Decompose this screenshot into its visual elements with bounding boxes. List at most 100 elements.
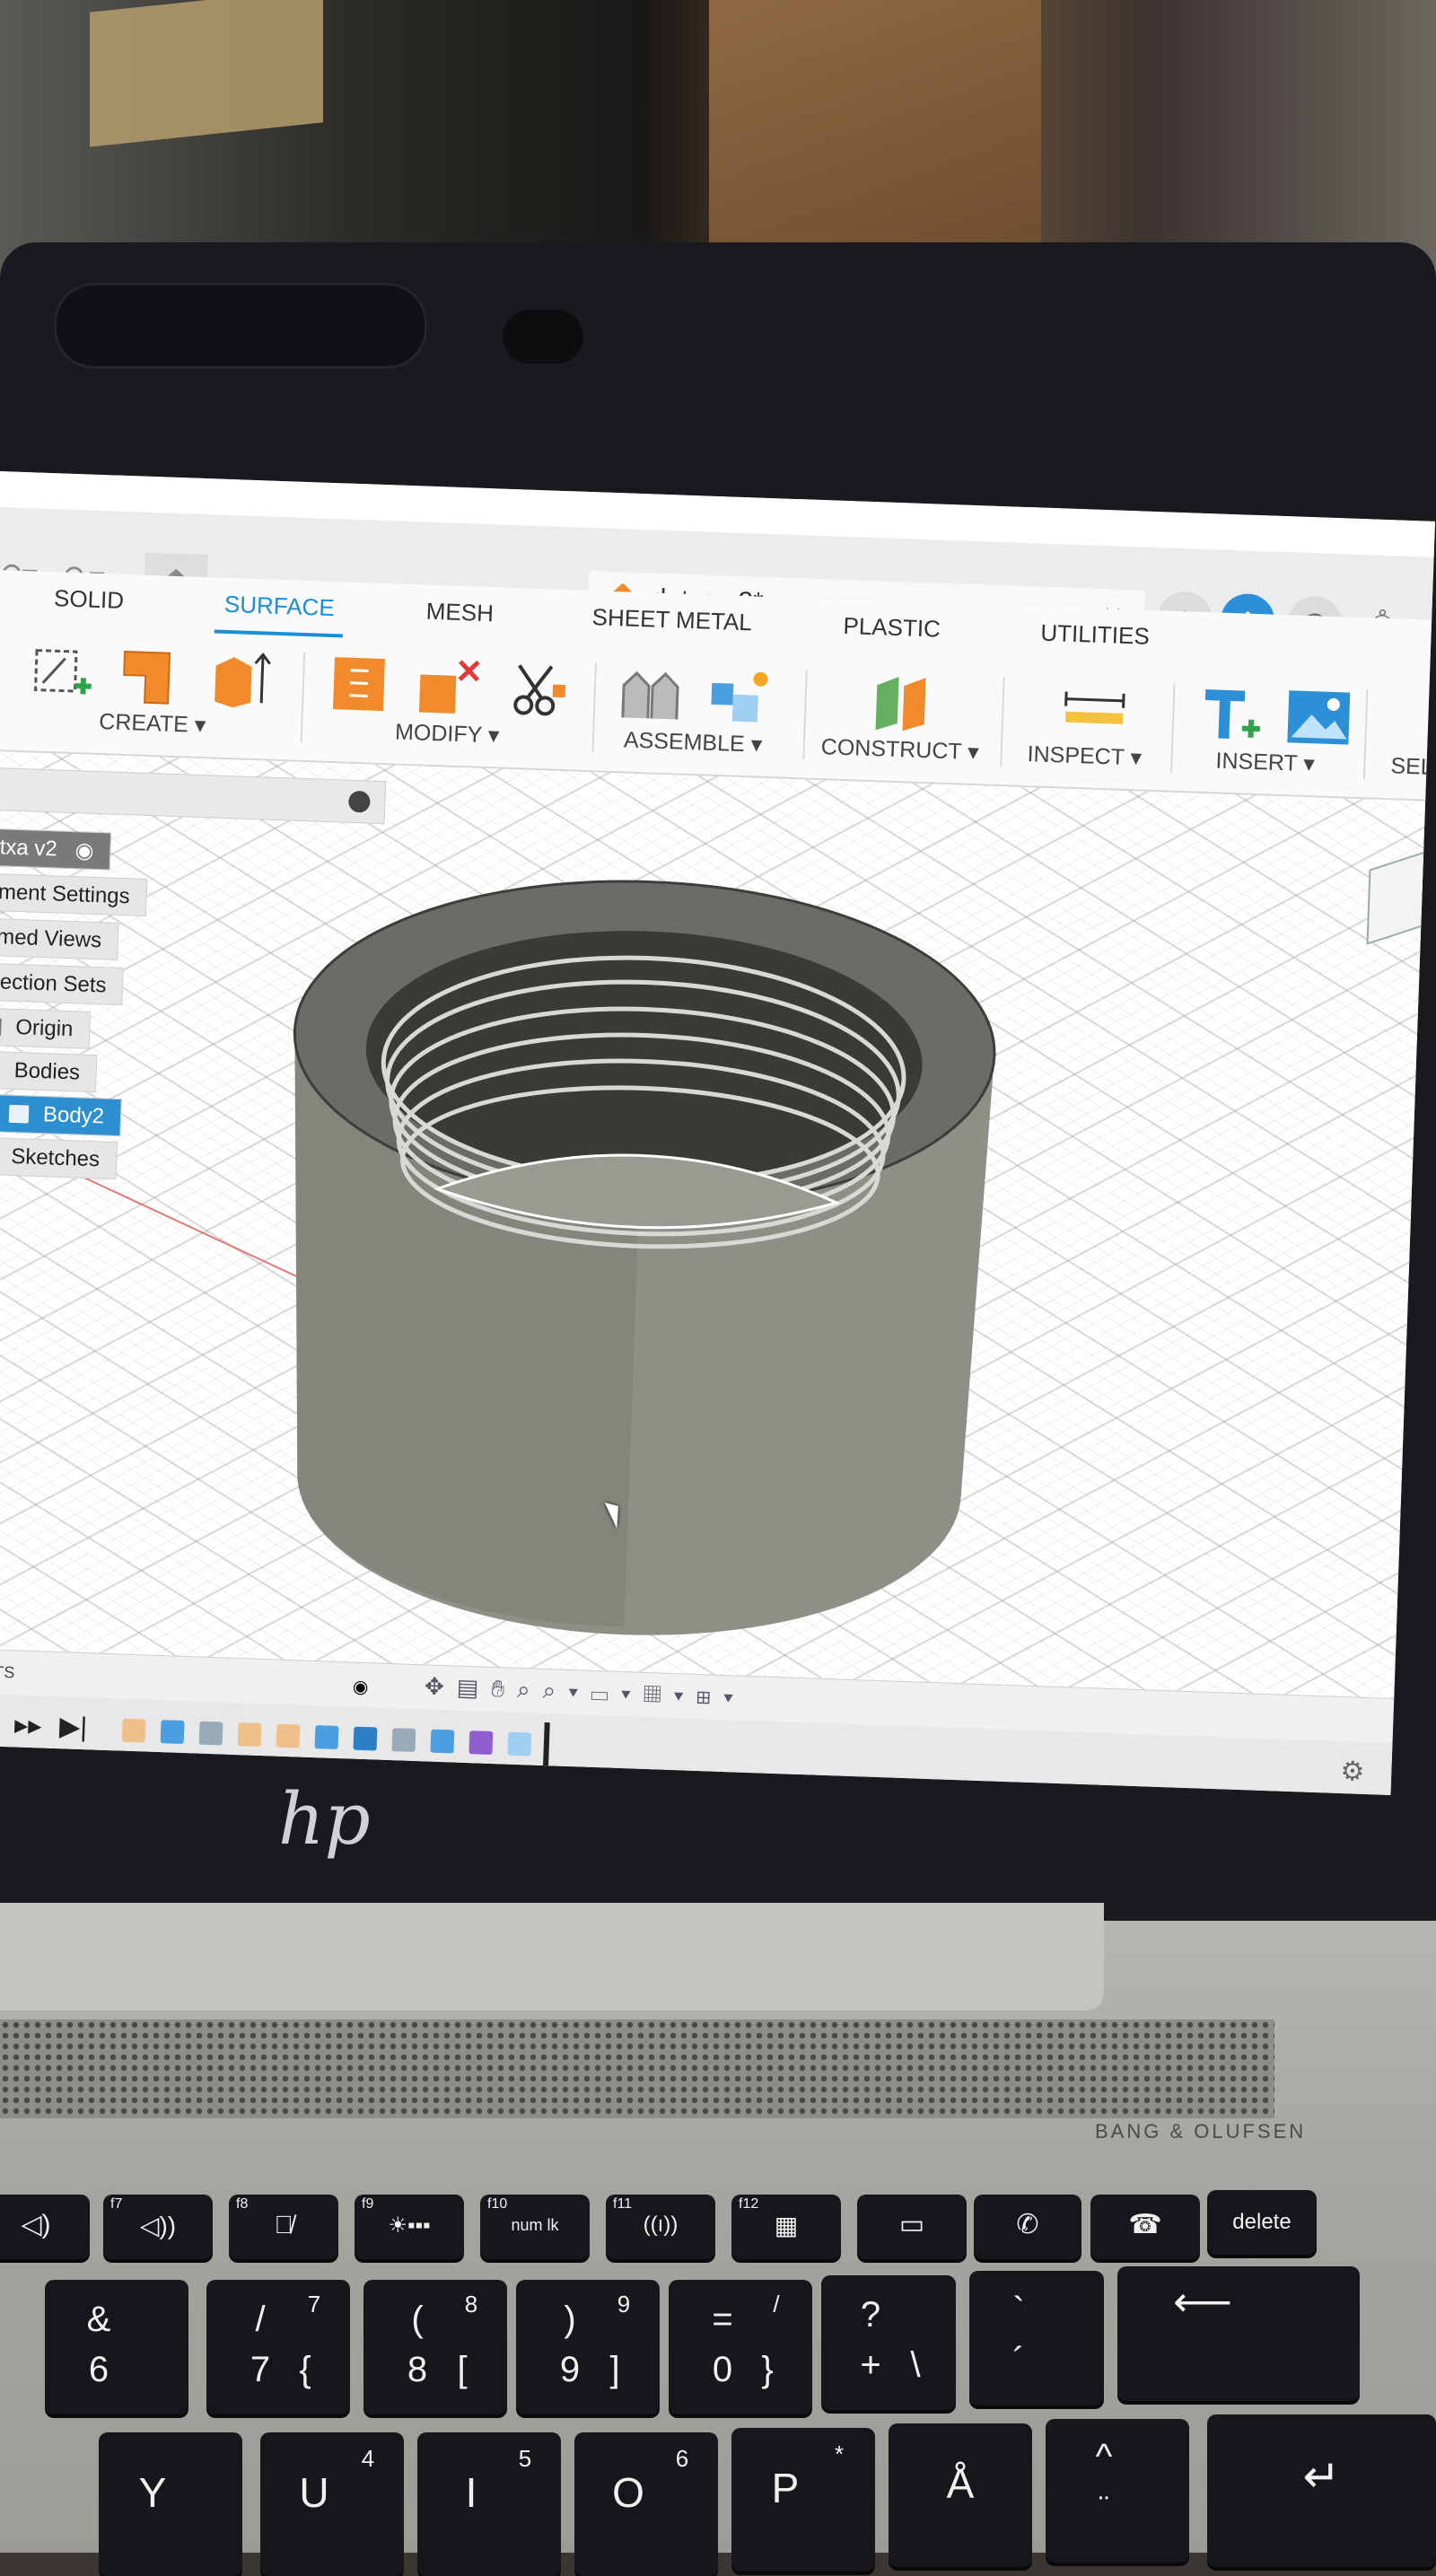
fn-key[interactable]: f12▦ — [731, 2195, 841, 2259]
insert-menu[interactable]: INSERT ▾ — [1215, 747, 1315, 777]
delete-key[interactable]: delete — [1207, 2190, 1317, 2255]
enter-key[interactable]: ↵ — [1207, 2414, 1436, 2567]
browser-root-label: utxa v2 — [0, 835, 57, 863]
timeline-feature-icon[interactable] — [199, 1722, 223, 1746]
grid-settings-icon[interactable]: ▦▾ — [643, 1680, 696, 1709]
browser-item-label: Bodies — [13, 1058, 80, 1086]
zoom-icon[interactable]: ⌕ — [517, 1676, 544, 1704]
key-label: O — [538, 2468, 718, 2517]
key-label: ⟵ — [1046, 2277, 1360, 2326]
browser-item-origin[interactable]: Origin — [0, 1008, 91, 1049]
browser-item-label: Body2 — [43, 1102, 105, 1129]
go-to-end-icon[interactable]: ▶| — [59, 1711, 88, 1743]
speaker-brand: BANG & OLUFSEN — [1095, 2120, 1306, 2143]
browser-root[interactable]: utxa v2 ◉ — [0, 828, 111, 871]
timeline-feature-icon[interactable] — [315, 1725, 339, 1749]
tab-utilities[interactable]: UTILITIES — [1040, 619, 1150, 651]
timeline-sketch-icon[interactable] — [238, 1722, 262, 1747]
key-label: ◁)) — [103, 2211, 213, 2240]
fn-key[interactable]: f11((ı)) — [606, 2195, 715, 2259]
browser-collapse-icon[interactable] — [348, 791, 371, 813]
joint-icon[interactable] — [616, 663, 686, 725]
timeline-marker[interactable] — [543, 1722, 550, 1771]
timeline-feature-icon[interactable] — [430, 1730, 454, 1754]
browser-item-body2[interactable]: Body2 — [0, 1094, 122, 1136]
canvas-image-icon[interactable] — [1283, 687, 1353, 749]
tab-plastic[interactable]: PLASTIC — [843, 612, 941, 644]
new-component-icon[interactable] — [705, 667, 775, 729]
measure-icon[interactable] — [1059, 679, 1129, 740]
fn-key[interactable]: f9☀▪▪▪ — [355, 2195, 464, 2259]
active-radio-icon[interactable]: ◉ — [74, 837, 94, 864]
browser-item-label: election Sets — [0, 969, 107, 999]
construct-menu[interactable]: CONSTRUCT ▾ — [820, 733, 979, 766]
step-forward-icon[interactable]: ▸▸ — [14, 1709, 42, 1741]
ribbon-divider — [1170, 683, 1175, 773]
fn-key[interactable]: ✆ — [974, 2195, 1081, 2259]
folder-icon — [0, 1018, 2, 1037]
gear-icon[interactable]: ⚙ — [1340, 1756, 1365, 1788]
key-label: ´ — [933, 2341, 1104, 2381]
look-at-icon[interactable]: ▤ — [456, 1674, 492, 1702]
fit-icon[interactable]: ⌕▾ — [542, 1677, 591, 1705]
key-y[interactable]: Y — [99, 2432, 242, 2576]
create-sketch-icon[interactable] — [28, 643, 98, 705]
key-label: ↵ — [1207, 2450, 1436, 2502]
fn-key[interactable]: ◁) — [0, 2195, 90, 2259]
browser-item-sketches[interactable]: Sketches — [0, 1137, 118, 1179]
timeline-feature-icon[interactable] — [507, 1732, 531, 1757]
tab-sheet-metal[interactable]: SHEET METAL — [591, 603, 752, 636]
webcam-shutter — [54, 283, 427, 369]
browser-item-selection-sets[interactable]: election Sets — [0, 963, 124, 1005]
fn-key[interactable]: f10num lk — [480, 2195, 590, 2259]
timeline-sketch-icon[interactable] — [276, 1724, 301, 1748]
timeline-feature-icon[interactable] — [468, 1730, 493, 1755]
background-paper — [90, 0, 323, 147]
pan-icon[interactable]: ✋︎ — [491, 1675, 518, 1703]
comments-add-icon[interactable]: ◉ — [353, 1676, 369, 1699]
key-label: P — [696, 2464, 875, 2512]
extrude-icon[interactable] — [207, 649, 277, 711]
ribbon-divider — [1363, 689, 1368, 779]
ribbon-divider — [591, 662, 596, 752]
fn-key[interactable]: ☎ — [1090, 2195, 1200, 2259]
press-pull-icon[interactable] — [324, 653, 394, 715]
timeline-sketch-icon[interactable] — [122, 1719, 146, 1743]
fn-key[interactable]: f8🎙̸ — [229, 2195, 338, 2259]
backspace-key[interactable]: ⟵ — [1117, 2266, 1360, 2401]
orbit-icon[interactable]: ✥ — [425, 1672, 458, 1700]
key-p[interactable]: P* — [731, 2428, 875, 2572]
create-menu[interactable]: CREATE ▾ — [99, 708, 206, 739]
trim-scissors-icon[interactable] — [503, 660, 574, 722]
browser-item-document-settings[interactable]: ument Settings — [0, 873, 147, 916]
patch-icon[interactable] — [118, 646, 188, 708]
modify-menu[interactable]: MODIFY ▾ — [395, 719, 500, 749]
browser-item-bodies[interactable]: Bodies — [0, 1051, 98, 1093]
timeline-feature-icon[interactable] — [354, 1727, 378, 1751]
timeline-feature-icon[interactable] — [391, 1728, 416, 1752]
timeline-feature-icon[interactable] — [161, 1720, 185, 1744]
tab-solid[interactable]: SOLID — [54, 584, 125, 615]
insert-derive-icon[interactable] — [1198, 684, 1268, 746]
3d-viewport[interactable] — [0, 751, 1425, 1698]
key-caret[interactable]: ^¨ — [1046, 2419, 1189, 2563]
inspect-menu[interactable]: INSPECT ▾ — [1027, 740, 1142, 771]
assemble-menu[interactable]: ASSEMBLE ▾ — [623, 726, 762, 758]
key-fn-label: f9 — [362, 2196, 373, 2212]
threaded-ring-model[interactable] — [0, 751, 1425, 1698]
offset-plane-icon[interactable] — [866, 672, 936, 734]
viewports-icon[interactable]: ⊞▾ — [696, 1682, 746, 1711]
key-alt-label: ¨ — [1019, 2491, 1189, 2526]
hinge — [0, 1903, 1104, 2011]
browser-item-named-views[interactable]: amed Views — [0, 918, 119, 960]
display-settings-icon[interactable]: ▭▾ — [591, 1678, 644, 1707]
fn-key[interactable]: ▭ — [857, 2195, 967, 2259]
key-6[interactable]: &6 — [45, 2280, 188, 2414]
key-a-ring[interactable]: Å — [889, 2423, 1032, 2567]
key-label: U — [224, 2468, 404, 2517]
delete-face-icon[interactable] — [414, 656, 484, 718]
fn-key[interactable]: f7◁)) — [103, 2195, 213, 2259]
tab-surface[interactable]: SURFACE — [223, 591, 335, 622]
ribbon-divider — [802, 670, 807, 759]
tab-mesh[interactable]: MESH — [425, 598, 494, 628]
